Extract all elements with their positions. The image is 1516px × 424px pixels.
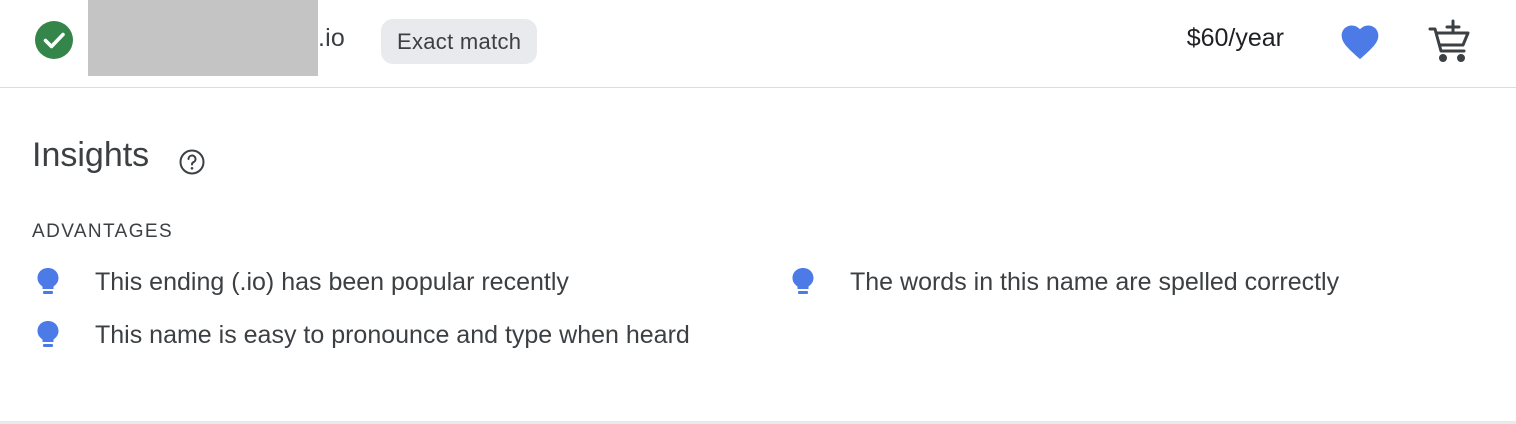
favorite-button[interactable] [1338, 20, 1382, 64]
domain-result-row[interactable]: .io Exact match $60/year [0, 0, 1516, 88]
help-circle-icon[interactable] [178, 148, 206, 176]
advantage-text: The words in this name are spelled corre… [850, 268, 1340, 296]
advantage-text: This name is easy to pronounce and type … [95, 321, 690, 349]
lightbulb-icon [792, 268, 814, 294]
add-to-cart-icon [1428, 19, 1470, 62]
advantage-item: The words in this name are spelled corre… [789, 266, 1339, 301]
heart-icon [1341, 25, 1379, 60]
check-circle-icon [35, 21, 73, 59]
advantage-item: This ending (.io) has been popular recen… [34, 266, 569, 301]
advantage-text: This ending (.io) has been popular recen… [95, 268, 569, 296]
lightbulb-icon [37, 268, 59, 294]
advantage-item: This name is easy to pronounce and type … [34, 319, 694, 354]
advantages-label: ADVANTAGES [32, 221, 174, 242]
domain-name-redacted [88, 0, 318, 76]
lightbulb-icon [37, 321, 59, 347]
domain-suffix: .io [318, 24, 346, 52]
add-to-cart-button[interactable] [1426, 18, 1474, 66]
insights-heading: Insights [32, 136, 150, 174]
domain-price: $60/year [1186, 24, 1284, 52]
exact-match-badge: Exact match [381, 19, 538, 64]
